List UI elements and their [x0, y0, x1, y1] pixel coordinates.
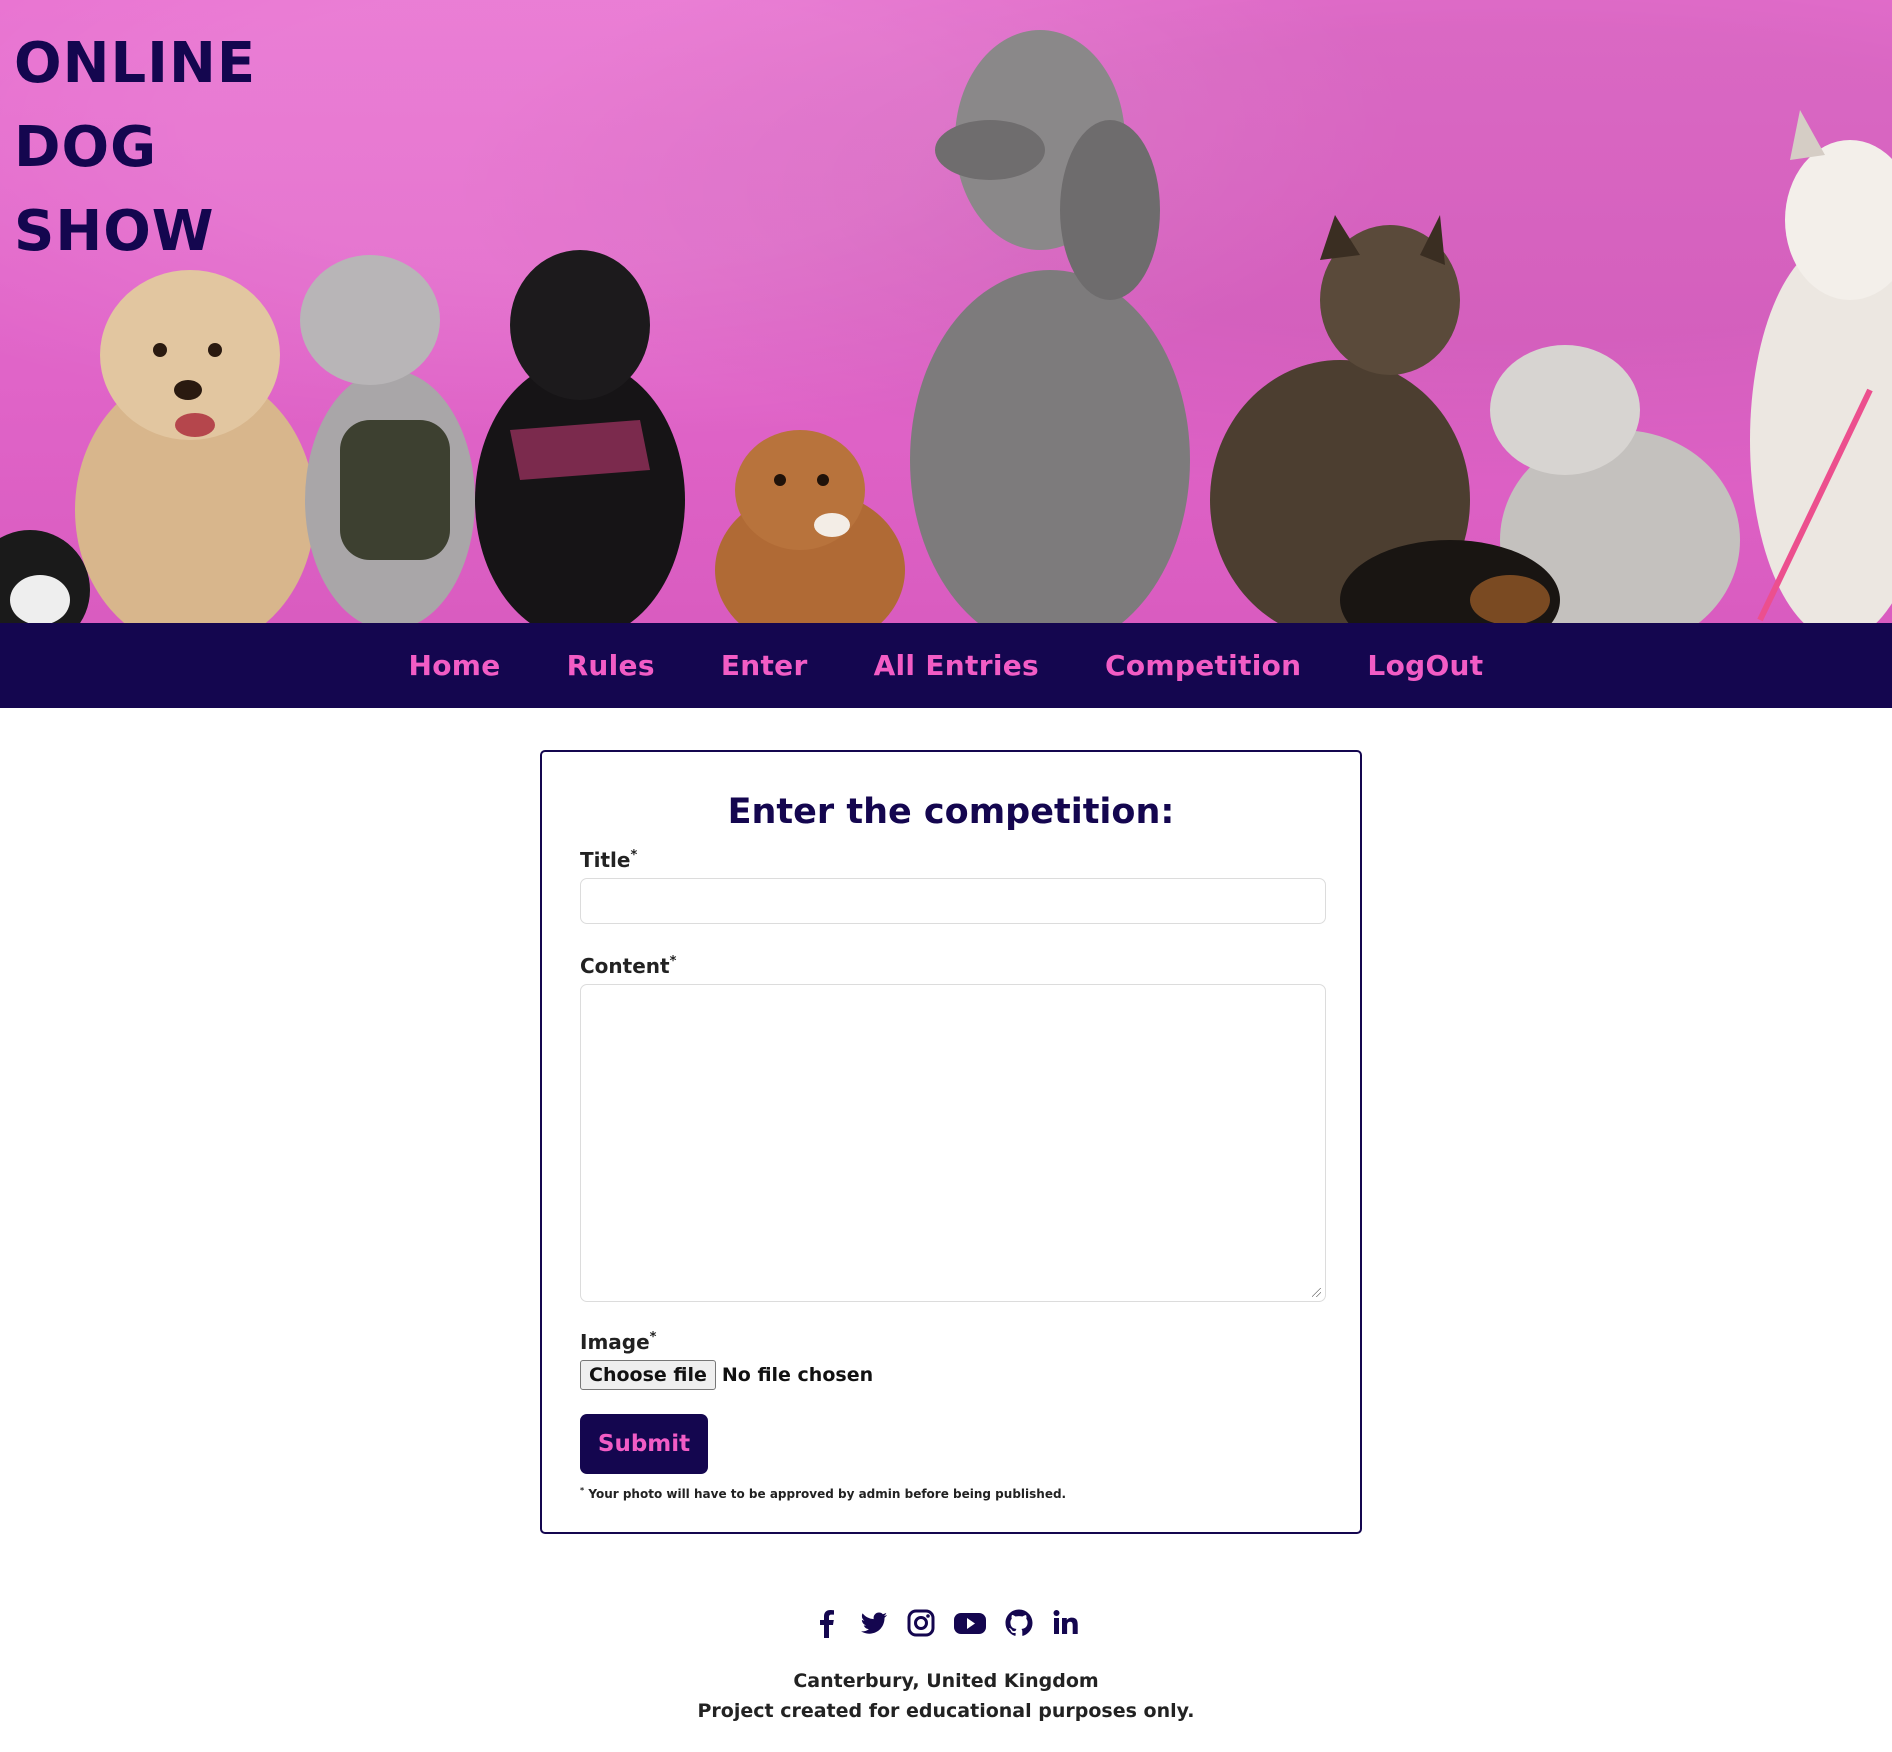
approval-note-text: Your photo will have to be approved by a… [584, 1487, 1067, 1501]
image-file-input: Choose file No file chosen [580, 1360, 1360, 1390]
site-footer: Canterbury, United Kingdom Project creat… [0, 1608, 1892, 1726]
nav-rules[interactable]: Rules [567, 649, 655, 682]
approval-note: * Your photo will have to be approved by… [580, 1486, 1360, 1501]
title-input[interactable] [580, 878, 1326, 924]
github-icon[interactable] [1004, 1608, 1034, 1638]
main-navbar: Home Rules Enter All Entries Competition… [0, 623, 1892, 708]
facebook-icon[interactable] [812, 1608, 842, 1638]
site-title-line-3: SHOW [14, 199, 215, 264]
footer-text: Canterbury, United Kingdom Project creat… [0, 1666, 1892, 1726]
textarea-resize-handle[interactable] [1312, 1288, 1321, 1297]
title-label: Title* [580, 848, 1360, 872]
nav-home[interactable]: Home [409, 649, 501, 682]
site-title: ONLINE DOG SHOW [14, 22, 256, 274]
twitter-icon[interactable] [859, 1608, 889, 1638]
social-links [0, 1608, 1892, 1638]
image-label-text: Image [580, 1330, 650, 1354]
content-label: Content* [580, 954, 1360, 978]
nav-enter[interactable]: Enter [721, 649, 808, 682]
nav-logout[interactable]: LogOut [1367, 649, 1483, 682]
instagram-icon[interactable] [906, 1608, 936, 1638]
content-textarea[interactable] [580, 984, 1326, 1302]
content-label-text: Content [580, 954, 670, 978]
footer-location: Canterbury, United Kingdom [793, 1670, 1099, 1692]
form-heading: Enter the competition: [727, 792, 1175, 832]
image-required-marker: * [649, 1330, 657, 1345]
submit-button[interactable]: Submit [580, 1414, 708, 1474]
youtube-icon[interactable] [953, 1608, 987, 1638]
entry-form-card: Enter the competition: Title* Content* I… [540, 750, 1362, 1534]
site-title-line-2: DOG [14, 115, 158, 180]
title-required-marker: * [630, 848, 638, 863]
nav-all-entries[interactable]: All Entries [874, 649, 1039, 682]
choose-file-button[interactable]: Choose file [580, 1360, 716, 1390]
title-label-text: Title [580, 848, 631, 872]
site-title-line-1: ONLINE [14, 31, 257, 96]
image-label: Image* [580, 1330, 1360, 1354]
nav-competition[interactable]: Competition [1105, 649, 1301, 682]
content-required-marker: * [669, 954, 677, 969]
dogs-photo [0, 30, 1892, 623]
file-status-text: No file chosen [721, 1364, 874, 1386]
footer-disclaimer: Project created for educational purposes… [697, 1700, 1195, 1722]
linkedin-icon[interactable] [1051, 1608, 1081, 1638]
hero-banner: ONLINE DOG SHOW [0, 0, 1892, 623]
